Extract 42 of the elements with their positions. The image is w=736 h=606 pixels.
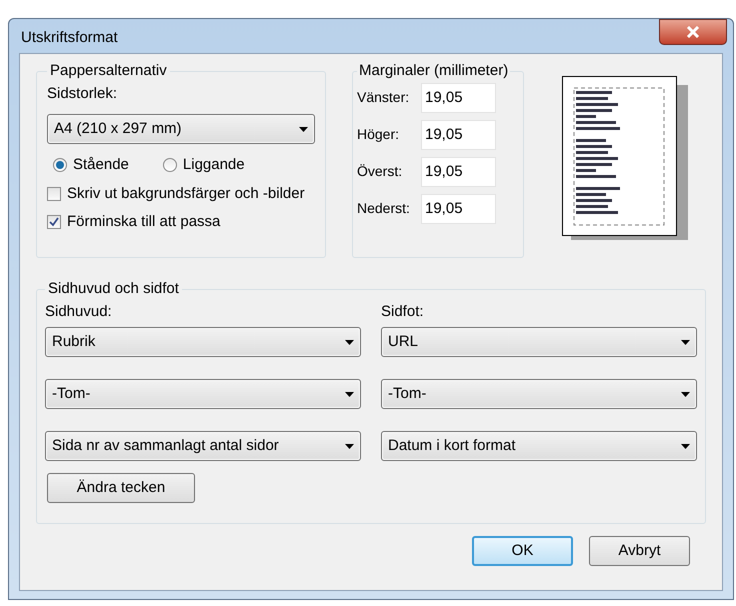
field-label: Överst: (357, 162, 404, 181)
caret-icon (345, 340, 354, 344)
checkbox-option[interactable]: Förminska till att passa (47, 211, 315, 234)
radio-option[interactable]: Liggande (162, 154, 245, 176)
group-label: Marginaler (millimeter) (358, 61, 510, 81)
field-label: Vänster: (357, 88, 410, 107)
caret-icon (345, 444, 354, 448)
margin-field[interactable]: 19,05 (421, 156, 496, 186)
dropdown[interactable]: -Tom- (45, 379, 361, 409)
field-label: Sidstorlek: (47, 84, 118, 104)
close-button[interactable] (659, 19, 727, 45)
caret-icon (299, 126, 308, 132)
caret-icon (681, 340, 690, 344)
checkbox[interactable] (47, 186, 61, 201)
field-label: Sidhuvud: (45, 302, 113, 322)
radio-button[interactable] (162, 158, 177, 172)
field-label: Höger: (357, 125, 400, 144)
change-font-button[interactable]: Ändra tecken (47, 473, 195, 503)
field-label: Sidfot: (381, 302, 425, 322)
dropdown[interactable]: URL (381, 327, 697, 357)
caret-icon (681, 444, 690, 448)
field-label: Nederst: (357, 199, 411, 218)
dropdown[interactable]: Datum i kort format (381, 431, 697, 461)
dialog-button[interactable]: Avbryt (589, 536, 690, 566)
caret-icon (345, 392, 354, 396)
checkbox-option[interactable]: Skriv ut bakgrundsfärger och -bilder (47, 182, 315, 205)
dropdown[interactable]: Rubrik (45, 327, 361, 357)
group-label: Sidhuvud och sidfot (47, 279, 180, 299)
radio-option[interactable]: Stående (53, 154, 129, 176)
checkbox[interactable] (47, 215, 61, 230)
group-label: Pappersalternativ (49, 61, 168, 81)
window-title: Utskriftsformat (21, 28, 118, 48)
margin-field[interactable]: 19,05 (421, 82, 496, 112)
margin-field[interactable]: 19,05 (421, 120, 496, 150)
radio-button[interactable] (53, 158, 67, 172)
margin-field[interactable]: 19,05 (421, 194, 496, 224)
caret-icon (681, 392, 690, 396)
close-icon (686, 26, 700, 38)
dropdown[interactable]: A4 (210 x 297 mm) (47, 114, 315, 144)
dialog-button[interactable]: OK (472, 536, 573, 566)
dropdown[interactable]: Sida nr av sammanlagt antal sidor (45, 431, 361, 461)
dropdown[interactable]: -Tom- (381, 379, 697, 409)
